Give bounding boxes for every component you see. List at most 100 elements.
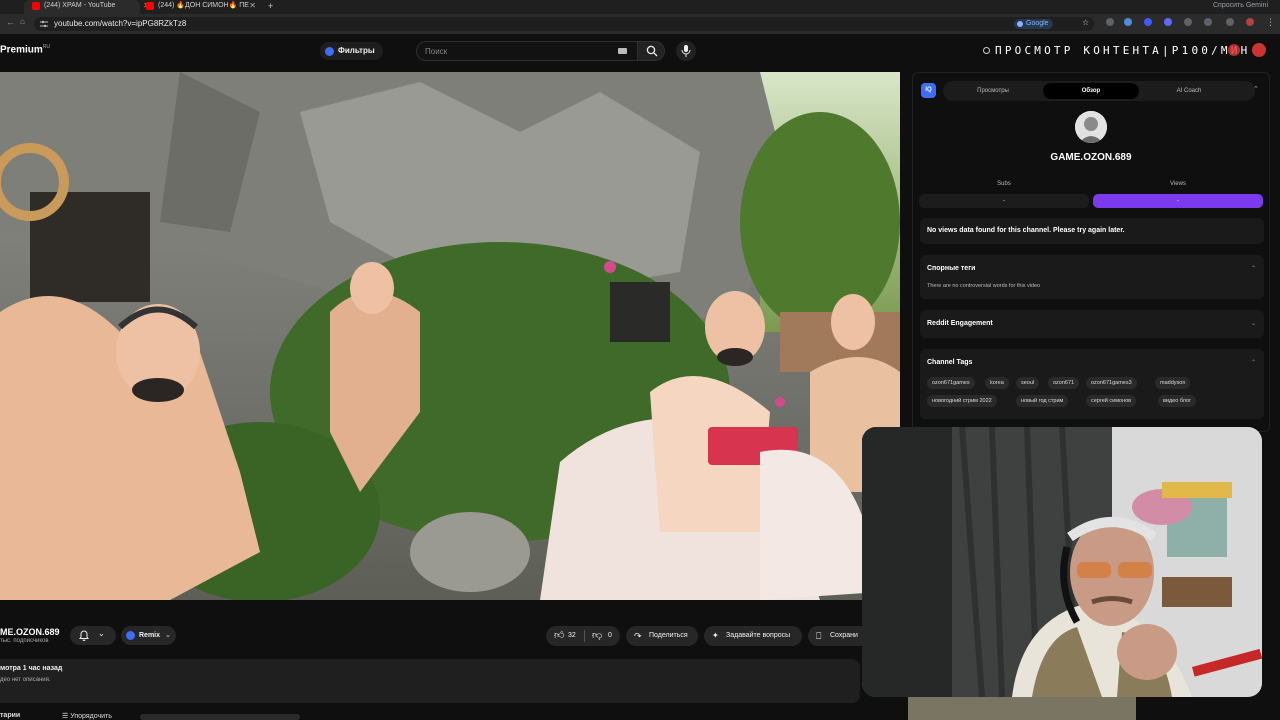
save-label: Сохрани [830, 632, 858, 639]
chevron-up-icon: ⌃ [1250, 360, 1256, 366]
search-icon [646, 45, 658, 57]
tab-overview[interactable]: Обзор [1043, 83, 1139, 99]
chevron-down-icon: ⌄ [98, 629, 105, 638]
profile-avatar-icon[interactable] [1246, 18, 1254, 26]
bell-icon [79, 630, 89, 641]
youtube-premium-logo[interactable]: PremiumRU [0, 44, 50, 55]
sort-comments-button[interactable]: ☰ Упорядочить [62, 712, 112, 720]
dislike-icon[interactable]: 👎︎ [592, 626, 602, 646]
search-button[interactable] [637, 41, 665, 61]
close-tab-icon[interactable]: ✕ [249, 0, 256, 12]
filters-label: Фильтры [338, 46, 375, 55]
address-bar[interactable]: youtube.com/watch?v=ipPG8RZkTz8 Google ☆ [34, 17, 1094, 31]
sort-label: Упорядочить [70, 713, 112, 720]
share-label: Поделиться [649, 632, 688, 639]
comments-count-label: тарии [0, 712, 21, 719]
browser-tab-1[interactable]: (244) ХРАМ - YouTube ✕ [24, 0, 150, 14]
remix-button[interactable]: Remix ⌄ [121, 626, 177, 645]
channel-tag[interactable]: ozon671 [1048, 377, 1080, 389]
url-text: youtube.com/watch?v=ipPG8RZkTz8 [54, 19, 187, 28]
create-icon[interactable] [983, 47, 990, 54]
views-label: Views [1170, 181, 1186, 187]
reading-list-icon[interactable] [1204, 18, 1212, 26]
webcam-overlay [862, 427, 1262, 697]
channel-tag[interactable]: ozon671games [927, 377, 975, 389]
chevron-down-icon: ⌄ [1250, 321, 1256, 327]
logo-region: RU [42, 44, 51, 50]
ask-questions-button[interactable]: ✦ Задавайте вопросы [704, 626, 802, 646]
stream-overlay-title: ПРОСМОТР КОНТЕНТА|Р100/МИН [995, 44, 1251, 57]
browser-toolbar: ← ⌂ youtube.com/watch?v=ipPG8RZkTz8 Goog… [0, 14, 1280, 34]
video-player[interactable] [0, 72, 900, 600]
extensions-puzzle-icon[interactable] [1184, 18, 1192, 26]
subs-toggle[interactable]: - [919, 194, 1089, 208]
downloads-icon[interactable] [1226, 18, 1234, 26]
chrome-menu-icon[interactable]: ⋮ [1266, 17, 1275, 28]
channel-tag[interactable]: maddyson [1155, 377, 1191, 389]
sparkle-icon: ✦ [712, 631, 719, 640]
youtube-favicon-icon [32, 2, 40, 10]
save-button[interactable]: ⎕ Сохрани [808, 626, 864, 646]
extension-icon[interactable] [1164, 18, 1172, 26]
search-input[interactable] [425, 42, 605, 60]
vidiq-icon [325, 47, 334, 56]
controversial-tags-title: Спорные теги [927, 265, 976, 272]
google-lens-chip[interactable]: Google [1014, 19, 1053, 29]
account-avatar[interactable] [1252, 43, 1266, 57]
subscription-bell-button[interactable]: ⌄ [70, 626, 116, 645]
notifications-icon[interactable] [1228, 44, 1240, 56]
extension-icon[interactable] [1106, 18, 1114, 26]
webcam-image [862, 427, 1262, 697]
bookmark-star-icon[interactable]: ☆ [1082, 18, 1089, 27]
new-tab-button[interactable]: + [268, 0, 273, 12]
channel-tag[interactable]: новогодний стрим 2022 [927, 395, 997, 407]
controversial-tags-card[interactable]: Спорные теги ⌃ There are no controversia… [920, 255, 1264, 299]
site-settings-icon[interactable] [40, 20, 48, 28]
voice-search-button[interactable] [676, 41, 696, 61]
channel-avatar [1075, 111, 1107, 143]
like-count[interactable]: 32 [568, 626, 576, 646]
controversial-tags-text: There are no controversial words for thi… [927, 283, 1041, 289]
browser-tab-2[interactable]: (244) 🔥ДОН СИМОН🔥 ПЕ ✕ [138, 0, 256, 14]
comment-input[interactable] [140, 714, 300, 720]
youtube-favicon-icon [146, 2, 154, 10]
reddit-engagement-title: Reddit Engagement [927, 320, 993, 327]
dislike-count[interactable]: 0 [608, 626, 612, 646]
vidiq-logo[interactable]: IQ [921, 83, 936, 98]
like-icon[interactable]: 👍︎ [554, 626, 564, 646]
home-icon[interactable]: ⌂ [20, 17, 25, 26]
share-button[interactable]: ↷ Поделиться [626, 626, 698, 646]
tab-ai-coach[interactable]: AI Coach [1141, 83, 1237, 99]
channel-tags-title: Channel Tags [927, 359, 973, 366]
channel-tag[interactable]: ozon671games3 [1086, 377, 1137, 389]
gemini-button[interactable]: Спросить Gemini [1213, 0, 1268, 12]
channel-tag[interactable]: сергей симонов [1086, 395, 1137, 407]
browser-tab-label: (244) 🔥ДОН СИМОН🔥 ПЕ [158, 2, 249, 9]
subscriber-count: тыс. подписчиков [0, 638, 49, 644]
comments-header: тарии ☰ Упорядочить [0, 710, 900, 720]
browser-tab-label: (244) ХРАМ - YouTube [44, 2, 116, 9]
channel-tags-card[interactable]: Channel Tags ⌃ ozon671games korea seoul … [920, 349, 1264, 419]
channel-name-link[interactable]: ME.OZON.689 [0, 627, 60, 637]
channel-tag[interactable]: новый год стрим [1016, 395, 1069, 407]
channel-title: GAME.OZON.689 [1050, 152, 1132, 163]
keyboard-icon[interactable] [618, 48, 627, 54]
extension-icon[interactable] [1144, 18, 1152, 26]
views-toggle[interactable]: - [1093, 194, 1263, 208]
lower-strip [908, 697, 1136, 720]
channel-tag[interactable]: seoul [1016, 377, 1040, 389]
avatar-image [1075, 111, 1107, 143]
search-box[interactable] [416, 41, 638, 61]
collapse-panel-icon[interactable]: ⌃ [1253, 85, 1259, 93]
channel-tag[interactable]: видео блог [1158, 395, 1197, 407]
no-views-message: No views data found for this channel. Pl… [927, 227, 1125, 234]
filters-chip[interactable]: Фильтры [320, 42, 383, 60]
extension-icon[interactable] [1124, 18, 1132, 26]
youtube-header: PremiumRU Фильтры ПРОСМОТР КОНТЕНТА|Р100… [0, 34, 1280, 70]
reddit-engagement-card[interactable]: Reddit Engagement ⌄ [920, 310, 1264, 338]
browser-tab-strip: (244) ХРАМ - YouTube ✕ (244) 🔥ДОН СИМОН🔥… [0, 0, 1280, 14]
description-box[interactable]: мотра 1 час назад део нет описания. [0, 659, 860, 703]
channel-tag[interactable]: korea [985, 377, 1009, 389]
tab-views[interactable]: Просмотры [945, 83, 1041, 99]
back-icon[interactable]: ← [6, 17, 15, 27]
